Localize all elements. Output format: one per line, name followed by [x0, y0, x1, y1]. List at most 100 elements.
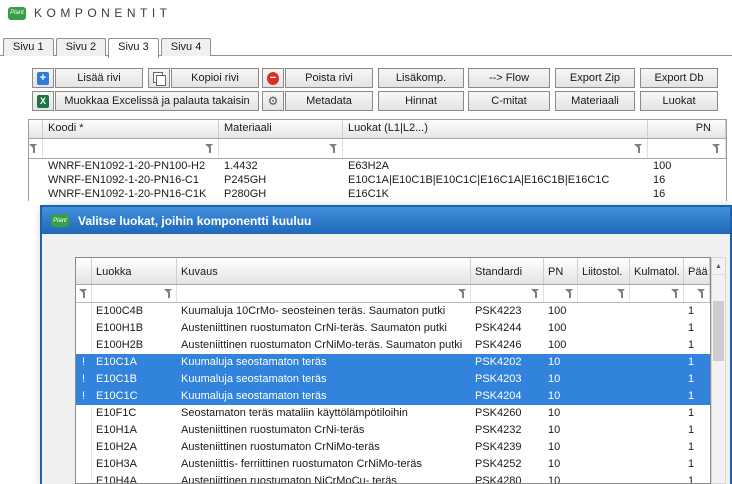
column-header-paa[interactable]: Pää — [684, 258, 710, 284]
cell-paa: 1 — [684, 405, 710, 422]
row-header-column — [29, 120, 43, 138]
copy-row-button[interactable]: Kopioi rivi — [171, 68, 259, 88]
lisakomp-button[interactable]: Lisäkomp. — [378, 68, 464, 88]
filter-funnel-icon[interactable] — [634, 144, 643, 153]
cell-kulmatol — [630, 354, 684, 371]
column-header-materiaali[interactable]: Materiaali — [219, 120, 343, 138]
tab-sivu-1[interactable]: Sivu 1 — [3, 38, 54, 56]
add-row-icon-button[interactable]: + — [32, 68, 54, 88]
tab-sivu-4[interactable]: Sivu 4 — [161, 38, 212, 56]
row-marker — [76, 439, 92, 456]
cell-kuvaus: Austeniittinen ruostumaton CrNi-teräs. S… — [177, 320, 471, 337]
class-row-selected[interactable]: ! E10C1A Kuumaluja seostamaton teräs PSK… — [76, 354, 710, 371]
component-row[interactable]: WNRF-EN1092-1-20-PN16-C1K P280GH E16C1K … — [29, 187, 726, 201]
export-zip-button[interactable]: Export Zip — [555, 68, 635, 88]
hinnat-button[interactable]: Hinnat — [378, 91, 464, 111]
copy-row-icon-button[interactable] — [148, 68, 170, 88]
filter-funnel-icon[interactable] — [79, 289, 88, 298]
class-row[interactable]: E10H4A Austeniittinen ruostumaton NiCrMo… — [76, 473, 710, 484]
class-grid: Luokka Kuvaus Standardi PN Liitostol. Ku… — [75, 257, 711, 484]
cell-paa: 1 — [684, 354, 710, 371]
cell-pn: 10 — [544, 405, 578, 422]
class-row-selected[interactable]: ! E10C1C Kuumaluja seostamaton teräs PSK… — [76, 388, 710, 405]
class-grid-filter-row — [76, 285, 710, 303]
delete-row-icon-button[interactable]: − — [262, 68, 284, 88]
luokat-button[interactable]: Luokat — [640, 91, 718, 111]
cell-paa: 1 — [684, 473, 710, 484]
filter-funnel-icon[interactable] — [205, 144, 214, 153]
cell-luokka: E10C1A — [92, 354, 177, 371]
class-row[interactable]: E10H2A Austeniittinen ruostumaton CrNiMo… — [76, 439, 710, 456]
filter-funnel-icon[interactable] — [329, 144, 338, 153]
cell-liitostol — [578, 439, 630, 456]
column-header-kuvaus[interactable]: Kuvaus — [177, 258, 471, 284]
plant-logo-icon: Plant — [8, 7, 26, 20]
cell-luokka: E10F1C — [92, 405, 177, 422]
filter-funnel-icon[interactable] — [712, 144, 721, 153]
filter-funnel-icon[interactable] — [697, 289, 706, 298]
edit-in-excel-button[interactable]: Muokkaa Excelissä ja palauta takaisin — [55, 91, 259, 111]
dialog-titlebar[interactable]: Plant Valitse luokat, joihin komponentti… — [42, 207, 730, 234]
component-row[interactable]: WNRF-EN1092-1-20-PN100-H2 1.4432 E63H2A … — [29, 159, 726, 173]
class-row-selected[interactable]: ! E10C1B Kuumaluja seostamaton teräs PSK… — [76, 371, 710, 388]
cell-luokka: E10C1B — [92, 371, 177, 388]
cell-pn: 10 — [544, 439, 578, 456]
metadata-icon-button[interactable]: ⚙ — [262, 91, 284, 111]
filter-funnel-icon[interactable] — [565, 289, 574, 298]
column-header-luokat[interactable]: Luokat (L1|L2...) — [343, 120, 648, 138]
component-grid-header: Koodi * Materiaali Luokat (L1|L2...) PN — [29, 120, 726, 139]
cell-koodi: WNRF-EN1092-1-20-PN16-C1 — [43, 173, 219, 187]
cell-standardi: PSK4246 — [471, 337, 544, 354]
materiaali-button[interactable]: Materiaali — [555, 91, 635, 111]
scrollbar-thumb[interactable] — [713, 301, 724, 361]
cell-pn: 100 — [544, 303, 578, 320]
column-header-liitostol[interactable]: Liitostol. — [578, 258, 630, 284]
filter-funnel-icon[interactable] — [458, 289, 467, 298]
class-row[interactable]: E10H1A Austeniittinen ruostumaton CrNi-t… — [76, 422, 710, 439]
component-row[interactable]: WNRF-EN1092-1-20-PN16-C1 P245GH E10C1A|E… — [29, 173, 726, 187]
scroll-up-icon[interactable]: ▲ — [712, 258, 725, 275]
cell-koodi: WNRF-EN1092-1-20-PN16-C1K — [43, 187, 219, 201]
toolbar: + Lisää rivi Kopioi rivi − Poista rivi L… — [28, 68, 722, 115]
cell-kuvaus: Austeniittinen ruostumaton CrNiMo-teräs.… — [177, 337, 471, 354]
export-db-button[interactable]: Export Db — [640, 68, 718, 88]
column-header-koodi[interactable]: Koodi * — [43, 120, 219, 138]
cell-liitostol — [578, 388, 630, 405]
tab-sivu-3[interactable]: Sivu 3 — [108, 38, 159, 58]
filter-funnel-icon[interactable] — [164, 289, 173, 298]
filter-funnel-icon[interactable] — [531, 289, 540, 298]
plant-logo-icon: Plant — [51, 214, 69, 227]
column-header-pn[interactable]: PN — [648, 120, 726, 138]
filter-funnel-icon[interactable] — [617, 289, 626, 298]
filter-funnel-icon[interactable] — [29, 144, 38, 153]
dialog-body: Luokka Kuvaus Standardi PN Liitostol. Ku… — [42, 234, 730, 484]
cell-luokka: E10H1A — [92, 422, 177, 439]
app-title: KOMPONENTIT — [34, 6, 172, 20]
row-marker: ! — [76, 388, 92, 405]
cmitat-button[interactable]: C-mitat — [468, 91, 550, 111]
vertical-scrollbar[interactable]: ▲ — [711, 257, 726, 484]
column-header-pn[interactable]: PN — [544, 258, 578, 284]
add-row-button[interactable]: Lisää rivi — [55, 68, 143, 88]
column-header-luokka[interactable]: Luokka — [92, 258, 177, 284]
filter-funnel-icon[interactable] — [671, 289, 680, 298]
class-row[interactable]: E100H2B Austeniittinen ruostumaton CrNiM… — [76, 337, 710, 354]
tab-sivu-2[interactable]: Sivu 2 — [56, 38, 107, 56]
cell-koodi: WNRF-EN1092-1-20-PN100-H2 — [43, 159, 219, 173]
flow-button[interactable]: --> Flow — [468, 68, 550, 88]
class-row[interactable]: E10F1C Seostamaton teräs mataliin käyttö… — [76, 405, 710, 422]
excel-icon-button[interactable]: X — [32, 91, 54, 111]
cell-kulmatol — [630, 388, 684, 405]
plus-icon: + — [37, 72, 49, 85]
cell-kulmatol — [630, 473, 684, 484]
column-header-standardi[interactable]: Standardi — [471, 258, 544, 284]
cell-materiaali: P280GH — [219, 187, 343, 201]
cell-kuvaus: Kuumaluja 10CrMo- seosteinen teräs. Saum… — [177, 303, 471, 320]
metadata-button[interactable]: Metadata — [285, 91, 373, 111]
class-row[interactable]: E100H1B Austeniittinen ruostumaton CrNi-… — [76, 320, 710, 337]
delete-row-button[interactable]: Poista rivi — [285, 68, 373, 88]
class-row[interactable]: E100C4B Kuumaluja 10CrMo- seosteinen ter… — [76, 303, 710, 320]
class-row[interactable]: E10H3A Austeniittis- ferriittinen ruostu… — [76, 456, 710, 473]
cell-pn: 100 — [544, 320, 578, 337]
column-header-kulmatol[interactable]: Kulmatol. — [630, 258, 684, 284]
